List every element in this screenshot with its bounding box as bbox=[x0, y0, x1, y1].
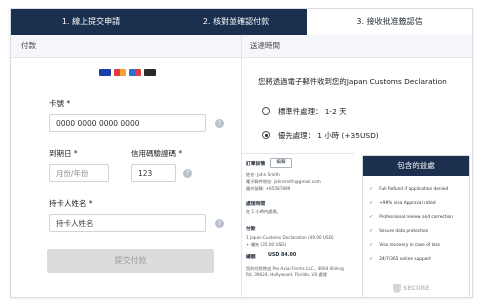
step-3: 3. 接收批准籤認信 bbox=[307, 9, 472, 35]
progress-stepper: 1. 線上提交申請 2. 核對並確認付款 3. 接收批准籤認信 bbox=[11, 9, 472, 35]
benefit-item: ✓ Full Refund if application denied bbox=[369, 186, 449, 192]
step-1: 1. 線上提交申請 bbox=[11, 9, 171, 35]
payment-line-2: + 優先 (35.00 USD) bbox=[246, 242, 287, 247]
cardholder-input[interactable]: 持卡人姓名 bbox=[49, 214, 206, 232]
order-title: 訂單詳情 bbox=[246, 162, 266, 167]
payment-summary-title: 付款 bbox=[246, 227, 256, 232]
help-icon[interactable]: ? bbox=[215, 119, 224, 128]
delivery-panel: 送達時間 您將透過電子郵件收到您的Japan Customs Declarati… bbox=[242, 35, 472, 297]
benefit-item: ✓ Secure data protection bbox=[369, 228, 429, 234]
cvv-label: 信用碼驗證碼 * bbox=[131, 149, 183, 158]
payment-title: 付款 bbox=[11, 35, 241, 58]
payment-line-1: 1 Japan Customs Declaration (49.00 USD) bbox=[246, 235, 334, 240]
cvv-input[interactable]: 123 bbox=[131, 164, 176, 182]
delivery-title: 送達時間 bbox=[242, 35, 472, 58]
help-icon[interactable]: ? bbox=[215, 219, 224, 228]
card-number-input[interactable]: 0000 0000 0000 0000 bbox=[49, 114, 206, 132]
check-icon: ✓ bbox=[369, 214, 374, 220]
expiry-input[interactable]: 月份/年份 bbox=[49, 164, 109, 182]
phone-line: 國外號碼: +65587899 bbox=[246, 186, 291, 191]
benefit-item: ✓ 24/7/365 online support bbox=[369, 256, 431, 262]
benefit-item: ✓ Professional review and correction bbox=[369, 214, 454, 220]
expiry-label: 到期日 * bbox=[49, 149, 78, 158]
name-line: 姓名: John Smith bbox=[246, 172, 280, 177]
check-icon: ✓ bbox=[369, 242, 374, 248]
delivery-description: 您將透過電子郵件收到您的Japan Customs Declaration bbox=[258, 77, 447, 86]
total-label: 總額 bbox=[246, 255, 256, 260]
visa-icon bbox=[99, 69, 111, 76]
benefit-item: ✓ Visa recovery in case of loss bbox=[369, 242, 440, 248]
step-3-label: 3. 接收批准籤認信 bbox=[356, 17, 423, 26]
step-2: 2. 核對並確認付款 bbox=[151, 9, 321, 35]
maestro-icon bbox=[129, 69, 141, 76]
priority-option-label[interactable]: 優先處理： 1 小時 (+35USD) bbox=[278, 130, 379, 141]
priority-radio[interactable] bbox=[262, 131, 270, 139]
card-brand-icons bbox=[99, 69, 156, 76]
processing-title: 處理時間 bbox=[246, 202, 266, 207]
help-icon[interactable]: ? bbox=[183, 169, 192, 178]
email-line: 電子郵件地址: johnsmith@gmail.com bbox=[246, 179, 321, 184]
payment-processor-note: 您的付款將由 Pro Axial Forms LLC., 4664 Shilin… bbox=[246, 266, 344, 277]
checkout-window: 1. 線上提交申請 2. 核對並確認付款 3. 接收批准籤認信 付款 卡號 * … bbox=[10, 8, 473, 298]
check-icon: ✓ bbox=[369, 200, 374, 206]
edit-button[interactable]: 編輯 bbox=[270, 158, 292, 168]
diners-icon bbox=[144, 69, 156, 76]
step-1-label: 1. 線上提交申請 bbox=[61, 17, 121, 26]
check-icon: ✓ bbox=[369, 186, 374, 192]
total-value: USD 84.00 bbox=[268, 253, 297, 258]
processing-value: 在 1 小時內處理。 bbox=[246, 209, 281, 214]
standard-option-label[interactable]: 標準件處理： 1-2 天 bbox=[278, 106, 347, 117]
order-summary: 訂單詳情 編輯 姓名: John Smith 電子郵件地址: johnsmith… bbox=[242, 153, 354, 297]
submit-payment-button[interactable]: 提交付款 bbox=[47, 249, 214, 273]
card-number-label: 卡號 * bbox=[49, 99, 71, 108]
standard-radio[interactable] bbox=[262, 107, 270, 115]
check-icon: ✓ bbox=[369, 228, 374, 234]
step-2-label: 2. 核對並確認付款 bbox=[202, 17, 270, 26]
benefits-title: 包含的益處 bbox=[363, 156, 469, 176]
secure-badge: SECURE bbox=[393, 284, 441, 297]
shield-icon bbox=[393, 284, 401, 293]
payment-panel: 付款 卡號 * 0000 0000 0000 0000 ? 到期日 * 月份/年… bbox=[11, 35, 242, 297]
benefit-item: ✓ +99% visa Approval rated bbox=[369, 200, 436, 206]
mastercard-icon bbox=[114, 69, 126, 76]
check-icon: ✓ bbox=[369, 256, 374, 262]
benefits-box: 包含的益處 ✓ Full Refund if application denied… bbox=[362, 155, 470, 297]
cardholder-label: 持卡人姓名 * bbox=[49, 199, 93, 208]
